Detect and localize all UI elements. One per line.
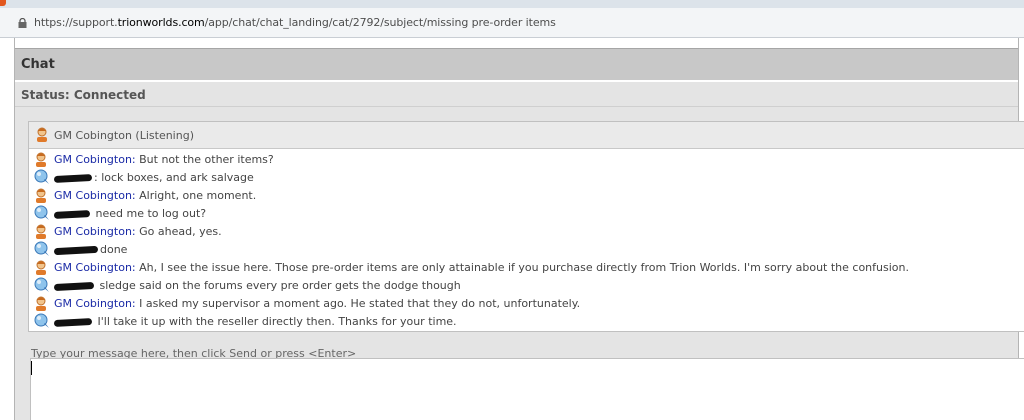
chat-message: GM Cobington: Alright, one moment. — [29, 186, 1024, 204]
chat-message: I'll take it up with the reseller direct… — [29, 312, 1024, 330]
message-text: GM Cobington: Go ahead, yes. — [54, 225, 222, 238]
url-domain: trionworlds.com — [117, 16, 205, 29]
chat-message: sledge said on the forums every pre orde… — [29, 276, 1024, 294]
speaker-name: GM Cobington: — [54, 225, 136, 238]
url-path: /app/chat/chat_landing/cat/2792/subject/… — [204, 16, 556, 29]
redacted-name — [53, 317, 93, 327]
address-bar[interactable]: https://support.trionworlds.com/app/chat… — [0, 8, 1024, 38]
chat-message: GM Cobington: Ah, I see the issue here. … — [29, 258, 1024, 276]
message-text: done — [53, 243, 128, 256]
message-body: done — [100, 243, 128, 256]
message-text: GM Cobington: Ah, I see the issue here. … — [54, 261, 909, 274]
speaker-name: GM Cobington: — [54, 153, 136, 166]
agent-listening-label: GM Cobington (Listening) — [54, 129, 194, 142]
message-body: I asked my supervisor a moment ago. He s… — [135, 297, 581, 310]
chat-message: : lock boxes, and ark salvage — [29, 168, 1024, 186]
chat-header: Chat — [15, 48, 1018, 80]
user-bubble-icon — [34, 313, 50, 332]
status-bar: Status: Connected — [15, 82, 1018, 107]
lock-icon — [18, 18, 27, 28]
message-text: need me to log out? — [53, 207, 207, 220]
message-body: sledge said on the forums every pre orde… — [96, 279, 461, 292]
speaker-name: GM Cobington: — [54, 261, 136, 274]
message-body: Alright, one moment. — [135, 189, 257, 202]
speaker-name: GM Cobington: — [54, 297, 136, 310]
chat-message: need me to log out? — [29, 204, 1024, 222]
gm-person-icon — [35, 126, 49, 145]
chat-message: done — [29, 240, 1024, 258]
redacted-name — [53, 281, 95, 291]
message-text: GM Cobington: But not the other items? — [54, 153, 274, 166]
message-body: : lock boxes, and ark salvage — [94, 171, 254, 184]
message-list: GM Cobington: But not the other items? : … — [29, 150, 1024, 330]
message-text: : lock boxes, and ark salvage — [53, 171, 254, 184]
browser-top-strip — [0, 0, 1024, 8]
message-body: need me to log out? — [92, 207, 207, 220]
message-body: Go ahead, yes. — [135, 225, 222, 238]
chat-title: Chat — [21, 57, 55, 72]
message-text: GM Cobington: Alright, one moment. — [54, 189, 256, 202]
speaker-name: GM Cobington: — [54, 189, 136, 202]
chat-message: GM Cobington: Go ahead, yes. — [29, 222, 1024, 240]
redacted-name — [53, 209, 91, 219]
message-text: I'll take it up with the reseller direct… — [53, 315, 457, 328]
message-body: I'll take it up with the reseller direct… — [94, 315, 457, 328]
redacted-name — [53, 245, 99, 255]
message-text: GM Cobington: I asked my supervisor a mo… — [54, 297, 580, 310]
url-text[interactable]: https://support.trionworlds.com/app/chat… — [34, 16, 556, 29]
chat-message: GM Cobington: I asked my supervisor a mo… — [29, 294, 1024, 312]
chat-message: GM Cobington: But not the other items? — [29, 150, 1024, 168]
message-text: sledge said on the forums every pre orde… — [53, 279, 461, 292]
message-body: Ah, I see the issue here. Those pre-orde… — [135, 261, 909, 274]
text-caret — [31, 361, 32, 375]
message-input[interactable] — [30, 358, 1024, 420]
url-prefix: https://support. — [34, 16, 118, 29]
agent-status-bar: GM Cobington (Listening) — [29, 122, 1024, 149]
chat-transcript[interactable]: GM Cobington (Listening) GM Cobington: B… — [28, 121, 1024, 332]
browser-app-icon — [0, 0, 6, 6]
message-body: But not the other items? — [135, 153, 274, 166]
redacted-name — [53, 173, 93, 183]
connection-status: Status: Connected — [21, 88, 146, 102]
